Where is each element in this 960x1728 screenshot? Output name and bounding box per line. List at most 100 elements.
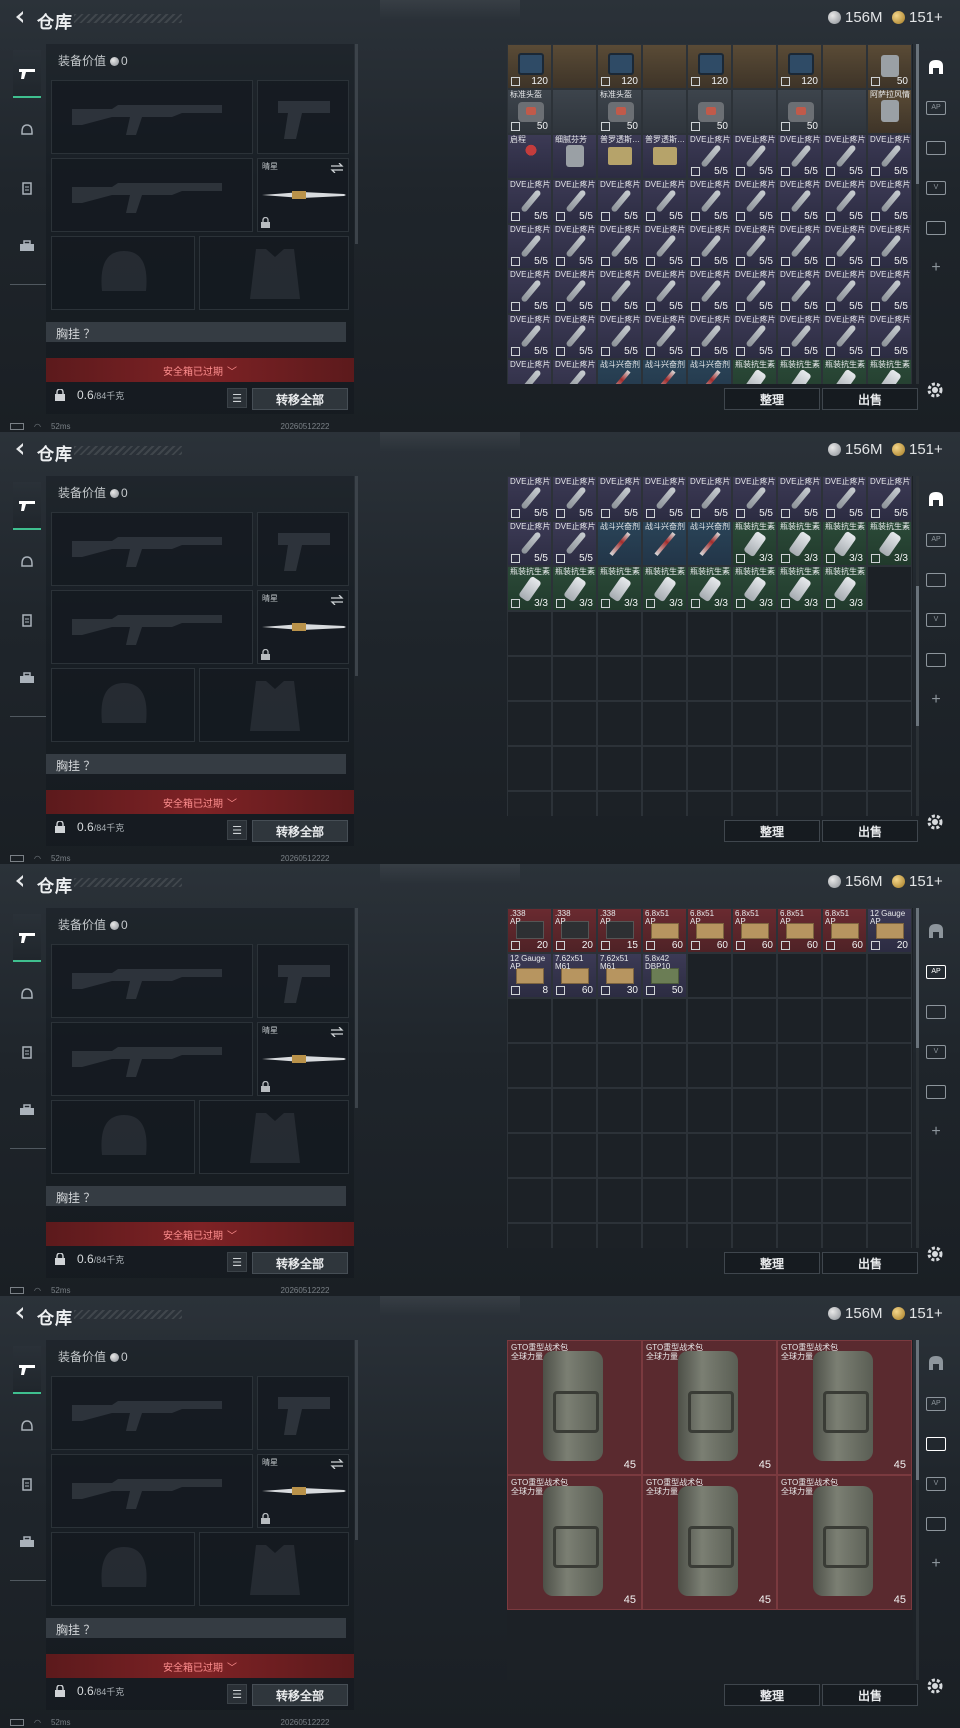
inventory-item[interactable]: DVE止疼片5/5 [642,314,687,359]
back-arrow-icon[interactable] [12,9,28,25]
inventory-item[interactable]: 120 [687,44,732,89]
tab-vest[interactable] [13,178,41,198]
empty-grid-cell[interactable] [867,1133,912,1178]
inventory-item[interactable]: 50 [687,89,732,134]
empty-grid-cell[interactable] [597,791,642,816]
inventory-item[interactable]: 7.62x51 M61 30 [597,953,642,998]
stash-tab-2[interactable]: AP [924,960,948,984]
gear-icon[interactable] [925,380,945,400]
inventory-item[interactable]: DVE止疼片5/5 [777,224,822,269]
inventory-item[interactable]: DVE止疼片5/5 [822,314,867,359]
inventory-item[interactable]: 瓶装抗生素3/3 [552,566,597,611]
inventory-item[interactable]: DVE止疼片5/5 [822,224,867,269]
stash-tab-3[interactable] [924,1432,948,1456]
empty-grid-cell[interactable] [597,998,642,1043]
empty-grid-cell[interactable] [552,1133,597,1178]
empty-grid-cell[interactable] [867,611,912,656]
empty-grid-cell[interactable] [822,1223,867,1248]
inventory-item[interactable]: 5.8x42 DBP10 50 [642,953,687,998]
tab-helmet[interactable] [13,552,41,572]
stash-tab-4[interactable]: V [924,1040,948,1064]
gear-icon[interactable] [925,1244,945,1264]
inventory-item[interactable]: 普罗透斯… [597,134,642,179]
inventory-item[interactable]: 6.8x51 AP 60 [777,908,822,953]
inventory-item[interactable]: DVE止疼片5/5 [552,314,597,359]
equipment-scrollbar[interactable] [355,44,358,244]
inventory-item[interactable]: 6.8x51 AP 60 [687,908,732,953]
stash-tab-6[interactable]: + [924,1120,948,1144]
empty-grid-cell[interactable] [642,1178,687,1223]
swap-icon[interactable] [330,1459,344,1469]
inventory-item[interactable]: 战斗兴奋剂 [642,521,687,566]
inventory-item[interactable]: DVE止疼片5/5 [642,269,687,314]
inventory-item[interactable]: 瓶装抗生素3/3 [597,566,642,611]
gold-currency[interactable]: 151+ [892,441,943,458]
empty-grid-cell[interactable] [687,1178,732,1223]
list-view-button[interactable]: ☰ [227,820,247,840]
tab-weapons[interactable] [13,50,41,98]
inventory-item[interactable]: GTO重型战术包 全球力量 45 [507,1340,642,1475]
empty-grid-cell[interactable] [732,998,777,1043]
empty-grid-cell[interactable] [597,1043,642,1088]
inventory-item[interactable]: 瓶装抗生素3/3 [822,566,867,611]
inventory-item[interactable]: .338 AP 20 [552,908,597,953]
inventory-item[interactable]: 阿萨拉风情 [867,89,912,134]
empty-grid-cell[interactable] [507,1043,552,1088]
inventory-item[interactable]: 120 [777,44,822,89]
empty-grid-cell[interactable] [732,701,777,746]
empty-grid-cell[interactable] [732,1088,777,1133]
empty-grid-cell[interactable] [642,1133,687,1178]
inventory-item[interactable]: DVE止疼片5/5 [507,179,552,224]
stash-tab-3[interactable] [924,1000,948,1024]
empty-grid-cell[interactable] [777,791,822,816]
inventory-item[interactable]: 50 [867,44,912,89]
empty-grid-cell[interactable] [507,746,552,791]
inventory-item[interactable]: 瓶装抗生素3/3 [867,359,912,384]
inventory-item[interactable]: 战斗兴奋剂 [687,359,732,384]
list-view-button[interactable]: ☰ [227,388,247,408]
inventory-item[interactable]: DVE止疼片5/5 [552,269,597,314]
empty-grid-cell[interactable] [552,998,597,1043]
scroll-thumb[interactable] [916,908,919,1048]
back-arrow-icon[interactable] [12,873,28,889]
inventory-item[interactable]: DVE止疼片5/5 [507,269,552,314]
inventory-item[interactable]: DVE止疼片5/5 [597,476,642,521]
secondary-weapon-slot[interactable] [257,1376,349,1450]
empty-grid-cell[interactable] [867,998,912,1043]
swap-icon[interactable] [330,1027,344,1037]
inventory-item[interactable] [822,89,867,134]
inventory-scrollbar[interactable] [916,44,919,384]
inventory-item[interactable]: DVE止疼片5/5 [732,314,777,359]
inventory-item[interactable]: DVE止疼片5/5 [867,476,912,521]
tab-helmet[interactable] [13,120,41,140]
stash-tab-6[interactable]: + [924,688,948,712]
swap-icon[interactable] [330,163,344,173]
empty-grid-cell[interactable] [822,791,867,816]
inventory-item[interactable] [552,89,597,134]
empty-grid-cell[interactable] [642,791,687,816]
swap-icon[interactable] [330,595,344,605]
empty-grid-cell[interactable] [867,1178,912,1223]
inventory-item[interactable]: DVE止疼片5/5 [642,224,687,269]
inventory-item[interactable]: DVE止疼片5/5 [597,314,642,359]
empty-grid-cell[interactable] [687,953,732,998]
empty-grid-cell[interactable] [597,1223,642,1248]
tertiary-weapon-slot[interactable] [51,1022,253,1096]
inventory-item[interactable]: 战斗兴奋剂 [642,359,687,384]
empty-grid-cell[interactable] [867,656,912,701]
inventory-item[interactable]: 瓶装抗生素3/3 [732,359,777,384]
inventory-item[interactable]: DVE止疼片5/5 [687,476,732,521]
empty-grid-cell[interactable] [777,701,822,746]
inventory-item[interactable]: DVE止疼片5/5 [507,359,552,384]
inventory-item[interactable]: DVE止疼片5/5 [822,179,867,224]
melee-slot[interactable]: 晴星 [257,590,349,664]
safebox-expired-banner[interactable]: 安全箱已过期 ﹀ [46,1222,354,1246]
inventory-item[interactable]: DVE止疼片5/5 [687,179,732,224]
secondary-weapon-slot[interactable] [257,944,349,1018]
inventory-item[interactable]: DVE止疼片5/5 [597,224,642,269]
sort-button[interactable]: 整理 [724,820,820,842]
empty-grid-cell[interactable] [687,791,732,816]
empty-grid-cell[interactable] [822,1178,867,1223]
inventory-item[interactable]: DVE止疼片5/5 [507,224,552,269]
inventory-item[interactable]: 战斗兴奋剂 [687,521,732,566]
